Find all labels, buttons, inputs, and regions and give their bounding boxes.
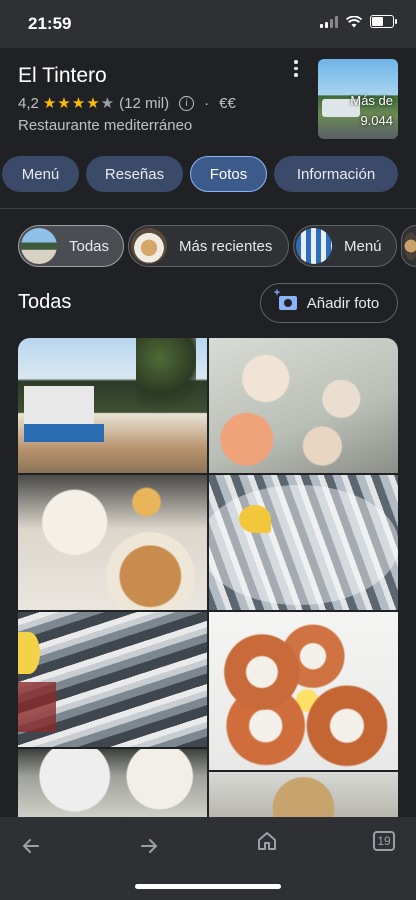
separator-dot: · xyxy=(204,94,210,112)
review-count: (12 mil) xyxy=(119,94,170,112)
tab-photos[interactable]: Fotos xyxy=(190,156,267,192)
photo-sardines[interactable] xyxy=(209,475,398,610)
add-photo-button[interactable]: Añadir foto xyxy=(260,283,398,323)
photo-plates[interactable] xyxy=(18,749,207,817)
photo-seafood-plates[interactable] xyxy=(209,338,398,473)
chip-recent[interactable]: Más recientes xyxy=(128,225,289,267)
star-empty-icon: ★ xyxy=(100,95,116,112)
cellular-signal-icon xyxy=(320,15,338,28)
home-indicator[interactable] xyxy=(135,884,281,889)
chip-thumbnail xyxy=(21,228,57,264)
place-photo-thumbnail[interactable]: Más de 9.044 xyxy=(318,59,398,139)
chip-next[interactable] xyxy=(401,225,416,267)
chip-thumbnail xyxy=(296,228,332,264)
price-level: €€ xyxy=(219,94,236,112)
chip-label: Más recientes xyxy=(179,237,273,255)
photo-restaurant-exterior[interactable] xyxy=(18,338,207,473)
thumbnail-label: Más de xyxy=(350,93,393,108)
rating-value: 4,2 xyxy=(18,94,39,112)
chip-thumbnail xyxy=(131,228,167,264)
section-title: Todas xyxy=(18,291,72,313)
rating-stars: ★★★★★ xyxy=(43,94,115,112)
thumbnail-count: 9.044 xyxy=(360,113,393,128)
header-divider xyxy=(0,208,416,209)
photo-fried-fish[interactable] xyxy=(209,772,398,817)
add-photo-icon xyxy=(274,287,297,310)
chip-menu[interactable]: Menú xyxy=(293,225,397,267)
star-full-icon: ★★★★ xyxy=(42,95,101,112)
chip-thumbnail xyxy=(404,232,416,260)
place-name: El Tintero xyxy=(18,64,107,87)
more-options-icon[interactable] xyxy=(290,60,302,80)
status-bar: 21:59 xyxy=(0,0,416,48)
wifi-icon xyxy=(346,15,362,27)
photo-scallops[interactable] xyxy=(209,612,398,770)
info-icon[interactable]: i xyxy=(179,95,195,111)
place-tabs: Menú Reseñas Fotos Información xyxy=(0,156,416,196)
thumbnail-photo-count: Más de 9.044 xyxy=(350,91,393,131)
photo-grilled-fish[interactable] xyxy=(18,612,207,747)
home-icon[interactable] xyxy=(256,830,278,852)
status-icons xyxy=(320,15,397,28)
status-time: 21:59 xyxy=(28,14,72,33)
rating-row: 4,2 ★★★★★ (12 mil) i · €€ xyxy=(18,94,236,113)
add-photo-label: Añadir foto xyxy=(306,294,380,312)
tab-reviews[interactable]: Reseñas xyxy=(86,156,183,192)
tabs-count-button[interactable]: 19 xyxy=(373,831,395,851)
forward-arrow-icon[interactable] xyxy=(134,831,164,861)
tab-info[interactable]: Información xyxy=(274,156,398,192)
chip-all[interactable]: Todas xyxy=(18,225,124,267)
place-category: Restaurante mediterráneo xyxy=(18,117,193,134)
photo-table-food[interactable] xyxy=(18,475,207,610)
back-arrow-icon[interactable] xyxy=(16,831,46,861)
tab-menu[interactable]: Menú xyxy=(2,156,79,192)
chip-label: Menú xyxy=(344,237,382,255)
battery-icon xyxy=(370,15,397,28)
chip-label: Todas xyxy=(69,237,110,255)
